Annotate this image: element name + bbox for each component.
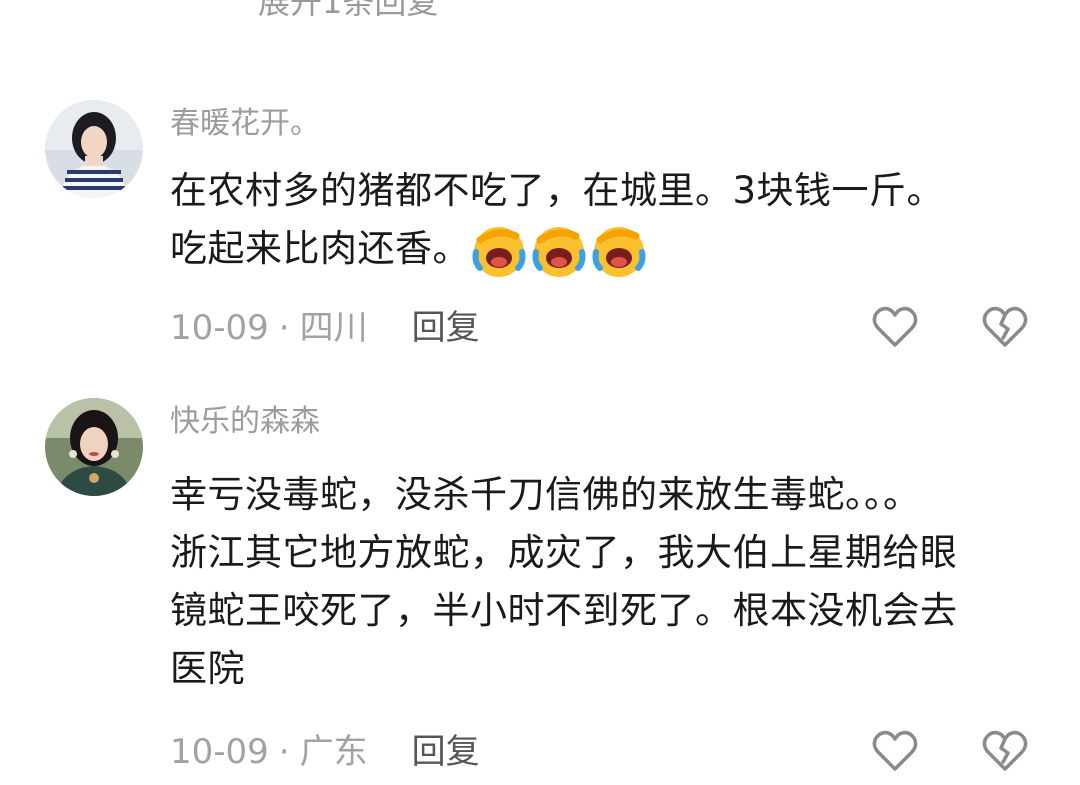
laughing-crying-emoji-icon [530, 222, 588, 280]
comment-line-text: 吃起来比肉还香。 [170, 227, 470, 270]
comment-date: 10-09 [170, 308, 269, 348]
username[interactable]: 春暖花开。 [170, 104, 320, 144]
comment-line: 镜蛇王咬死了，半小时不到死了。根本没机会去 [170, 589, 958, 632]
broken-heart-outline-icon[interactable] [980, 726, 1030, 776]
comment-feed: 展开1条回复 春暖花开。 在农村多的猪都不吃了，在城里。3块钱一斤。 吃起来比肉… [0, 0, 1080, 785]
comment-line: 在农村多的猪都不吃了，在城里。3块钱一斤。 [170, 169, 945, 212]
laughing-crying-emoji-icon [590, 222, 648, 280]
avatar[interactable] [45, 100, 143, 198]
expand-replies-link[interactable]: 展开1条回复 [258, 0, 438, 24]
comment-line: 医院 [170, 647, 245, 690]
comment-line-with-emoji: 吃起来比肉还香。 [170, 220, 1050, 280]
meta-separator: · [278, 732, 290, 772]
heart-outline-icon[interactable] [870, 726, 920, 776]
heart-outline-icon[interactable] [870, 302, 920, 352]
comment-line: 幸亏没毒蛇，没杀千刀信佛的来放生毒蛇。。。 [170, 473, 921, 516]
comment-line: 浙江其它地方放蛇，成灾了，我大伯上星期给眼 [170, 531, 958, 574]
username[interactable]: 快乐的森森 [170, 402, 320, 442]
comment-text: 在农村多的猪都不吃了，在城里。3块钱一斤。 吃起来比肉还香。 [170, 162, 1050, 280]
comment-meta: 10-09 · 广东 回复 [170, 730, 480, 774]
laughing-crying-emoji-icon [470, 222, 528, 280]
comment-location: 广东 [299, 732, 368, 772]
comment-date: 10-09 [170, 732, 269, 772]
reply-button[interactable]: 回复 [412, 308, 480, 348]
comment-meta: 10-09 · 四川 回复 [170, 306, 480, 350]
broken-heart-outline-icon[interactable] [980, 302, 1030, 352]
avatar[interactable] [45, 398, 143, 496]
reply-button[interactable]: 回复 [412, 732, 480, 772]
comment-text: 幸亏没毒蛇，没杀千刀信佛的来放生毒蛇。。。 浙江其它地方放蛇，成灾了，我大伯上星… [170, 466, 1050, 698]
meta-separator: · [278, 308, 290, 348]
comment-location: 四川 [299, 308, 368, 348]
